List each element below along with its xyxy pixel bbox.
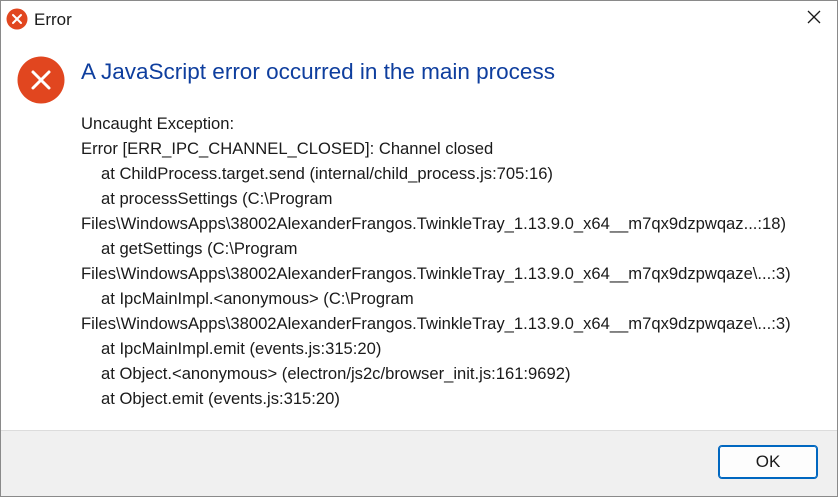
dialog-footer: OK <box>1 430 837 496</box>
close-button[interactable] <box>791 1 837 37</box>
error-details: Uncaught Exception: Error [ERR_IPC_CHANN… <box>81 111 831 411</box>
detail-line: Files\WindowsApps\38002AlexanderFrangos.… <box>81 314 791 333</box>
detail-line: at IpcMainImpl.<anonymous> (C:\Program <box>101 289 414 308</box>
main-instruction: A JavaScript error occurred in the main … <box>81 59 555 84</box>
title-bar[interactable]: Error <box>1 1 837 37</box>
ok-button[interactable]: OK <box>718 445 818 479</box>
detail-line: at getSettings (C:\Program <box>101 239 298 258</box>
error-dialog-window: Error A JavaScript error occurred in the… <box>0 0 838 497</box>
error-icon <box>6 8 28 30</box>
detail-line: Files\WindowsApps\38002AlexanderFrangos.… <box>81 264 791 283</box>
detail-line: at Object.emit (events.js:315:20) <box>101 389 340 408</box>
window-title: Error <box>34 10 72 29</box>
detail-line: at IpcMainImpl.emit (events.js:315:20) <box>101 339 382 358</box>
error-icon <box>17 56 65 104</box>
detail-line: at processSettings (C:\Program <box>101 189 333 208</box>
detail-line: at Object.<anonymous> (electron/js2c/bro… <box>101 364 571 383</box>
close-icon <box>806 9 822 30</box>
detail-line: Error [ERR_IPC_CHANNEL_CLOSED]: Channel … <box>81 139 494 158</box>
detail-line: at ChildProcess.target.send (internal/ch… <box>101 164 553 183</box>
dialog-content: A JavaScript error occurred in the main … <box>1 37 837 430</box>
detail-line: Files\WindowsApps\38002AlexanderFrangos.… <box>81 214 787 233</box>
detail-line: Uncaught Exception: <box>81 114 235 133</box>
